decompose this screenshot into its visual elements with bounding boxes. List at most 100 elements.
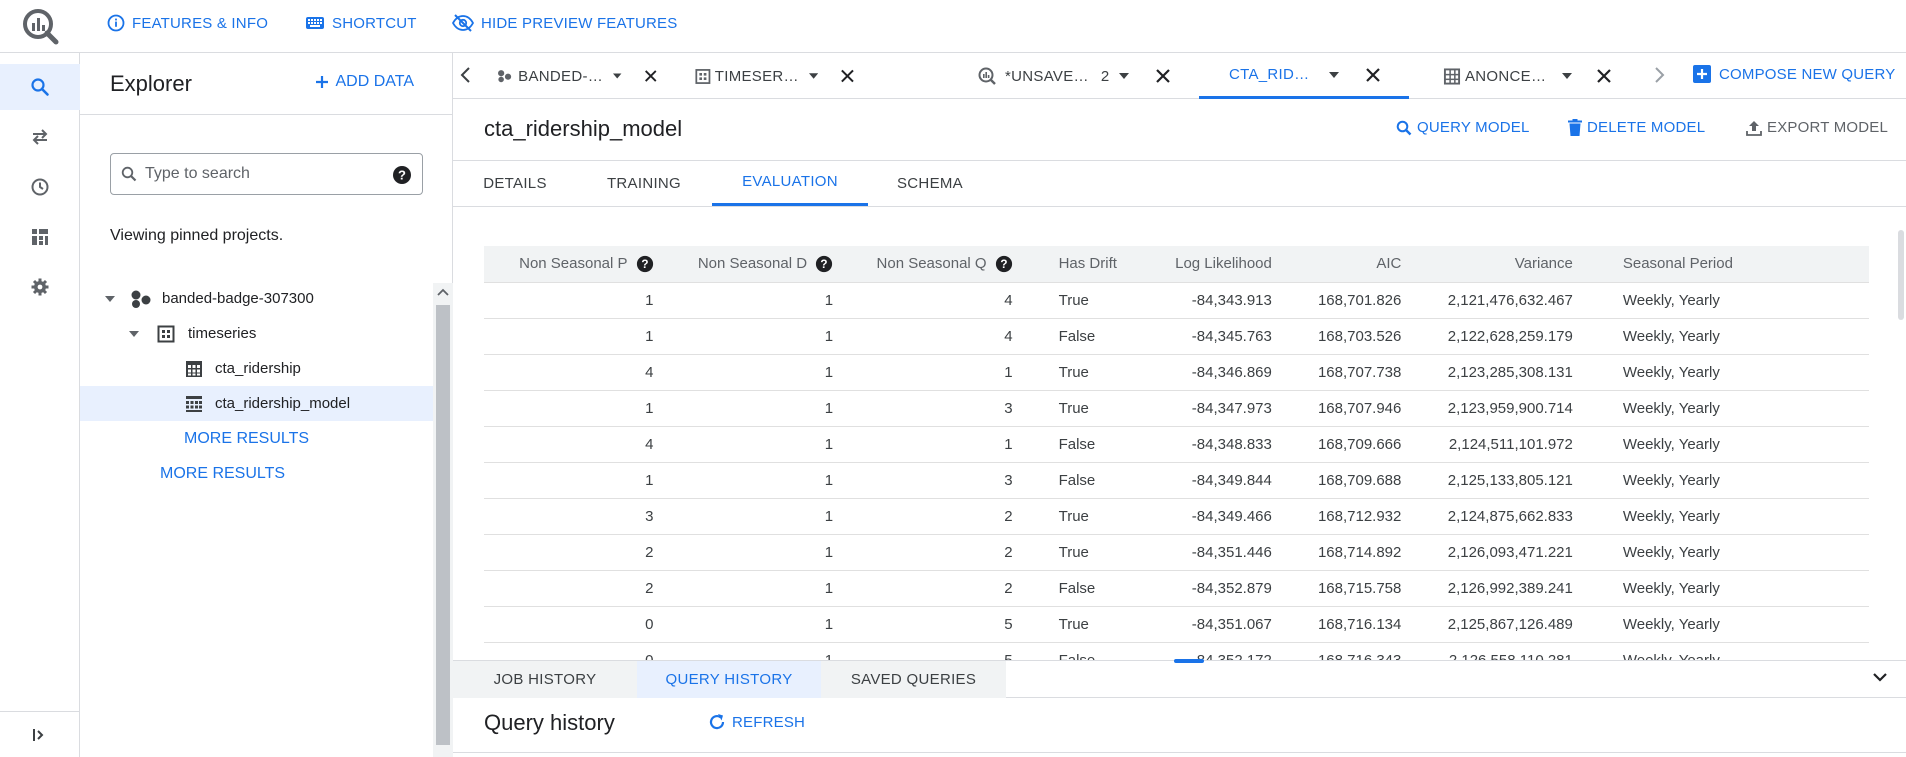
svg-text:?: ? [398,168,406,183]
table-cell: 1 [663,281,844,318]
column-header[interactable]: Seasonal Period [1583,246,1743,282]
resize-handle[interactable] [1174,659,1204,663]
table-cell: Weekly, Yearly [1582,353,1743,390]
column-header[interactable]: Non Seasonal D? [664,246,844,282]
chevron-down-icon[interactable] [1872,671,1888,683]
table-row: 1 1 3 True -84,347.973 168,707.946 2,123,959,9… [484,389,1869,426]
column-header[interactable]: Non Seasonal P? [484,246,664,282]
table-cell: 168,701.826 [1281,281,1412,318]
column-header[interactable]: Non Seasonal Q? [843,246,1023,282]
tab-label: CTA_RID… [1229,66,1310,83]
rail-transfers-button[interactable] [0,114,80,160]
rail-search-button[interactable] [0,64,80,110]
tab-label: TIMESER… [714,67,799,85]
tab-unsaved-query[interactable]: *UNSAVE… 2 [973,53,1183,99]
tab-saved-queries[interactable]: SAVED QUERIES [821,661,1006,698]
compose-new-query-button[interactable]: COMPOSE NEW QUERY [1693,65,1895,83]
tree-table-row[interactable]: cta_ridership [80,351,433,386]
more-results-link[interactable]: MORE RESULTS [184,430,309,448]
bigquery-logo-icon[interactable] [20,6,60,46]
rail-settings-button[interactable] [0,264,80,310]
explorer-scrollbar[interactable] [433,283,453,757]
column-header[interactable]: Log Likelihood [1132,246,1281,282]
caret-down-icon[interactable] [104,294,116,304]
close-icon[interactable] [1365,67,1381,83]
settings-icon [31,278,49,296]
features-info-button[interactable]: FEATURES & INFO [107,12,268,34]
table-cell: -84,349.466 [1132,497,1282,534]
close-icon[interactable] [1155,68,1171,84]
expand-right-icon [33,728,44,741]
table-cell: 1 [663,533,844,570]
main-scrollbar[interactable] [1894,210,1906,660]
tab-schema[interactable]: SCHEMA [893,160,967,206]
more-results-link[interactable]: MORE RESULTS [160,465,285,483]
chevron-down-icon[interactable] [1329,71,1340,79]
tab-cta-ridership-model[interactable]: CTA_RID… [1199,53,1409,99]
table-cell: 1 [843,353,1023,390]
tab-evaluation[interactable]: EVALUATION [712,160,868,206]
refresh-button[interactable]: REFRESH [708,713,805,731]
column-header[interactable]: AIC [1282,246,1412,282]
delete-model-button[interactable]: DELETE MODEL [1568,119,1705,136]
chevron-up-icon[interactable] [437,287,449,297]
expand-rail-button[interactable] [0,711,80,757]
export-model-label: EXPORT MODEL [1767,119,1889,136]
evaluation-table-container: Non Seasonal P? Non Seasonal D? Non Seas… [484,246,1869,660]
close-icon[interactable] [644,68,657,84]
tab-anonce[interactable]: ANONCE… [1443,53,1643,99]
chevron-down-icon[interactable] [1119,72,1130,80]
chevron-left-icon[interactable] [459,64,473,86]
tab-job-history[interactable]: JOB HISTORY [453,661,637,698]
tree-dataset-row[interactable]: timeseries [80,316,433,351]
table-row: 4 1 1 False -84,348.833 168,709.666 2,124,511,… [484,425,1869,462]
compose-label: COMPOSE NEW QUERY [1719,65,1896,83]
tab-timeseries[interactable]: TIMESER… [683,53,855,99]
add-data-button[interactable]: ADD DATA [315,73,414,91]
query-model-button[interactable]: QUERY MODEL [1396,119,1530,136]
chevron-down-icon[interactable] [613,72,622,80]
table-cell: 168,714.892 [1281,533,1412,570]
column-header[interactable]: Variance [1411,246,1583,282]
help-icon[interactable]: ? [815,255,833,273]
scrollbar-thumb[interactable] [1898,230,1904,320]
table-cell: 168,715.758 [1281,569,1412,606]
tab-banded[interactable]: BANDED-… [485,53,657,99]
tab-details[interactable]: DETAILS [483,160,546,206]
table-cell: 1 [484,461,664,498]
delete-icon [1568,119,1582,136]
column-header[interactable]: Has Drift [1023,246,1133,282]
close-icon[interactable] [1596,68,1612,84]
table-cell: -84,345.763 [1132,317,1282,354]
table-cell: 1 [484,317,664,354]
scrollbar-thumb[interactable] [436,305,450,745]
chevron-down-icon[interactable] [808,72,819,80]
rail-dashboard-button[interactable] [0,214,80,260]
help-icon[interactable]: ? [392,165,412,185]
table-row: 1 1 4 True -84,343.913 168,701.826 2,121,476,6… [484,281,1869,318]
chevron-down-icon[interactable] [1562,72,1573,80]
chevron-right-icon[interactable] [1652,64,1666,86]
table-cell-spacer [1742,281,1869,318]
caret-down-icon[interactable] [128,329,140,339]
help-icon[interactable]: ? [995,255,1013,273]
tree-project-row[interactable]: banded-badge-307300 [80,281,433,316]
dataset-icon [498,70,512,83]
rail-history-button[interactable] [0,164,80,210]
shortcut-button[interactable]: SHORTCUT [305,12,417,34]
explorer-title: Explorer [110,71,192,96]
hide-preview-features-button[interactable]: HIDE PREVIEW FEATURES [452,12,677,34]
tab-training[interactable]: TRAINING [597,160,691,206]
explorer-search-input[interactable] [145,165,375,183]
help-icon[interactable]: ? [636,255,654,273]
table-icon [695,68,711,84]
table-cell: 2,123,959,900.714 [1411,389,1583,426]
explorer-search-box[interactable]: ? [110,153,423,195]
close-icon[interactable] [840,68,855,84]
tab-label: *UNSAVE… [1005,67,1089,85]
export-model-button[interactable]: EXPORT MODEL [1746,119,1888,136]
table-cell: 2,121,476,632.467 [1411,281,1583,318]
table-cell: 5 [843,605,1023,642]
tree-model-row[interactable]: cta_ridership_model [80,386,433,421]
tab-query-history[interactable]: QUERY HISTORY [637,661,821,698]
